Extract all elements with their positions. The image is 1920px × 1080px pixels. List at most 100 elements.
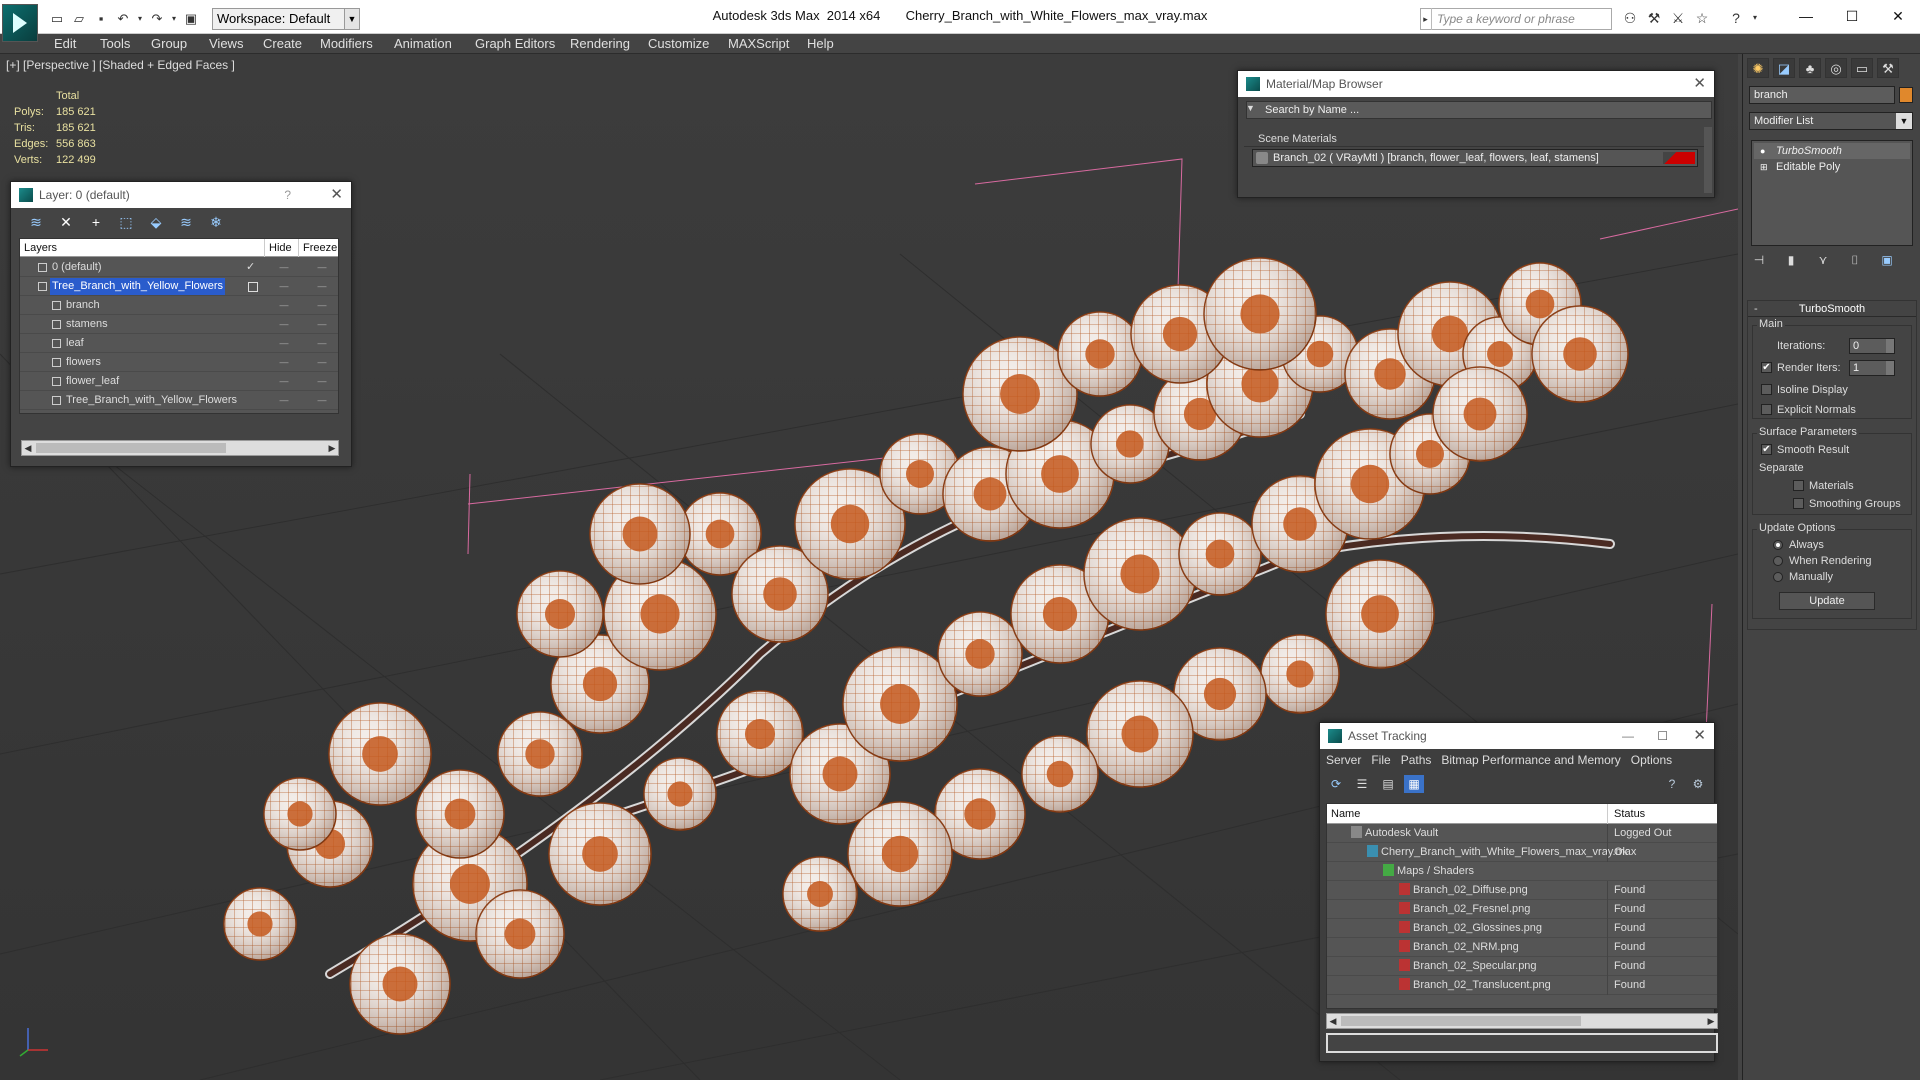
layer-scroll-thumb[interactable] (36, 443, 226, 453)
pin-stack-icon[interactable]: ⊣ (1751, 252, 1767, 268)
layer-hide-all-icon[interactable]: ≋ (175, 212, 197, 232)
when-rendering-radio[interactable] (1773, 556, 1783, 566)
asset-row[interactable]: Branch_02_Fresnel.png Found (1327, 900, 1717, 919)
isoline-display-checkbox[interactable] (1761, 384, 1772, 395)
layer-close-icon[interactable]: ✕ (330, 182, 343, 208)
list-view-icon[interactable]: ☰ (1352, 775, 1372, 793)
browser-options-icon[interactable]: ▼ (1246, 103, 1255, 113)
layer-highlight-icon[interactable]: ⬙ (145, 212, 167, 232)
freeze-toggle[interactable]: — (314, 296, 330, 315)
motion-tab-icon[interactable]: ◎ (1825, 58, 1847, 78)
menu-tools[interactable]: Tools (100, 34, 130, 54)
hide-toggle[interactable]: — (276, 258, 292, 277)
asset-close-icon[interactable]: ✕ (1693, 723, 1706, 749)
subscription-icon[interactable]: ⚒ (1644, 8, 1664, 28)
binoculars-icon[interactable]: ⚇ (1620, 8, 1640, 28)
layer-row[interactable]: Tree_Branch_with_Yellow_Flowers — — (20, 277, 338, 296)
app-logo-icon[interactable] (2, 4, 38, 42)
freeze-toggle[interactable]: — (314, 315, 330, 334)
active-layer-check-icon[interactable]: ✓ (246, 258, 255, 277)
menu-help[interactable]: Help (807, 34, 834, 54)
refresh-icon[interactable]: ⟳ (1326, 775, 1346, 793)
layer-select-icon[interactable]: ⬚ (115, 212, 137, 232)
show-end-result-icon[interactable]: ▮ (1783, 252, 1799, 268)
menu-group[interactable]: Group (151, 34, 187, 54)
freeze-column-header[interactable]: Freeze (298, 239, 337, 257)
modifier-list-dropdown[interactable]: Modifier List ▼ (1749, 112, 1913, 130)
menu-views[interactable]: Views (209, 34, 243, 54)
asset-minimize-icon[interactable]: — (1622, 723, 1634, 749)
modifier-list-arrow-icon[interactable]: ▼ (1896, 113, 1912, 129)
hierarchy-tab-icon[interactable]: ♣ (1799, 58, 1821, 78)
asset-scroll-left-icon[interactable]: ◀ (1327, 1014, 1339, 1028)
help-dropdown-icon[interactable]: ▾ (1750, 8, 1760, 28)
layer-row[interactable]: Tree_Branch_with_Yellow_Flowers — — (20, 391, 338, 410)
layer-add-icon[interactable]: + (85, 212, 107, 232)
scroll-left-icon[interactable]: ◀ (22, 441, 34, 455)
material-browser-header[interactable]: Material/Map Browser ✕ (1238, 71, 1714, 97)
smoothing-groups-checkbox[interactable] (1793, 498, 1804, 509)
create-tab-icon[interactable]: ✺ (1747, 58, 1769, 78)
asset-settings-icon[interactable]: ⚙ (1688, 775, 1708, 793)
render-iters-spinner[interactable]: 1 (1849, 360, 1895, 376)
update-button[interactable]: Update (1779, 592, 1875, 610)
asset-row[interactable]: Branch_02_Glossines.png Found (1327, 919, 1717, 938)
modify-tab-icon[interactable]: ◪ (1773, 58, 1795, 78)
asset-menu-options[interactable]: Options (1631, 753, 1672, 767)
asset-row[interactable]: Branch_02_NRM.png Found (1327, 938, 1717, 957)
explicit-normals-checkbox[interactable] (1761, 404, 1772, 415)
asset-row[interactable]: Autodesk Vault Logged Out (1327, 824, 1717, 843)
layer-row[interactable]: flowers — — (20, 353, 338, 372)
asset-menu-server[interactable]: Server (1326, 753, 1361, 767)
freeze-toggle[interactable]: — (314, 353, 330, 372)
freeze-toggle[interactable]: — (314, 258, 330, 277)
manually-radio[interactable] (1773, 572, 1783, 582)
scroll-right-icon[interactable]: ▶ (326, 441, 338, 455)
layer-panel-header[interactable]: Layer: 0 (default) ? ✕ (11, 182, 351, 208)
display-tab-icon[interactable]: ▭ (1851, 58, 1873, 78)
layers-column-header[interactable]: Layers (24, 239, 57, 257)
layer-row[interactable]: 0 (default) ✓ — — (20, 258, 338, 277)
menu-maxscript[interactable]: MAXScript (728, 34, 789, 54)
hide-column-header[interactable]: Hide (264, 239, 292, 257)
asset-row[interactable]: Branch_02_Translucent.png Found (1327, 976, 1717, 995)
viewport-label[interactable]: [+] [Perspective ] [Shaded + Edged Faces… (6, 58, 235, 72)
hide-toggle[interactable]: — (276, 372, 292, 391)
asset-scroll-thumb[interactable] (1341, 1016, 1581, 1026)
name-column-header[interactable]: Name (1331, 804, 1360, 824)
layer-help-icon[interactable]: ? (284, 182, 291, 208)
layer-row[interactable]: flower_leaf — — (20, 372, 338, 391)
menu-edit[interactable]: Edit (54, 34, 76, 54)
hide-toggle[interactable]: — (276, 296, 292, 315)
layer-row[interactable]: stamens — — (20, 315, 338, 334)
minimize-icon[interactable]: — (1786, 4, 1826, 28)
menu-customize[interactable]: Customize (648, 34, 709, 54)
help-icon[interactable]: ? (1726, 8, 1746, 28)
material-search-input[interactable]: Search by Name ... (1246, 101, 1712, 119)
search-expand-icon[interactable]: ▸ (1420, 8, 1432, 30)
layer-row[interactable]: branch — — (20, 296, 338, 315)
maximize-icon[interactable]: ☐ (1832, 4, 1872, 28)
scene-materials-section[interactable]: Scene Materials (1244, 131, 1710, 147)
asset-menu-file[interactable]: File (1371, 753, 1390, 767)
layer-horizontal-scrollbar[interactable]: ◀ ▶ (21, 440, 339, 456)
make-active-icon[interactable] (248, 282, 258, 292)
render-iters-checkbox[interactable]: ✔ (1761, 362, 1772, 373)
hide-toggle[interactable]: — (276, 353, 292, 372)
expand-icon[interactable]: ⊞ (1760, 162, 1770, 172)
asset-tracking-header[interactable]: Asset Tracking — ☐ ✕ (1320, 723, 1714, 749)
layer-new-icon[interactable]: ≋ (25, 212, 47, 232)
asset-scroll-right-icon[interactable]: ▶ (1705, 1014, 1717, 1028)
materials-checkbox[interactable] (1793, 480, 1804, 491)
layer-delete-icon[interactable]: ✕ (55, 212, 77, 232)
freeze-toggle[interactable]: — (314, 334, 330, 353)
asset-status-field[interactable] (1326, 1033, 1718, 1053)
asset-menu-bitmap-performance[interactable]: Bitmap Performance and Memory (1441, 753, 1620, 767)
menu-rendering[interactable]: Rendering (570, 34, 630, 54)
layer-row[interactable]: leaf — — (20, 334, 338, 353)
menu-animation[interactable]: Animation (394, 34, 452, 54)
close-icon[interactable]: ✕ (1878, 4, 1918, 28)
material-browser-close-icon[interactable]: ✕ (1693, 71, 1706, 97)
material-browser-scrollbar[interactable] (1704, 127, 1712, 193)
status-column-header[interactable]: Status (1607, 804, 1645, 824)
